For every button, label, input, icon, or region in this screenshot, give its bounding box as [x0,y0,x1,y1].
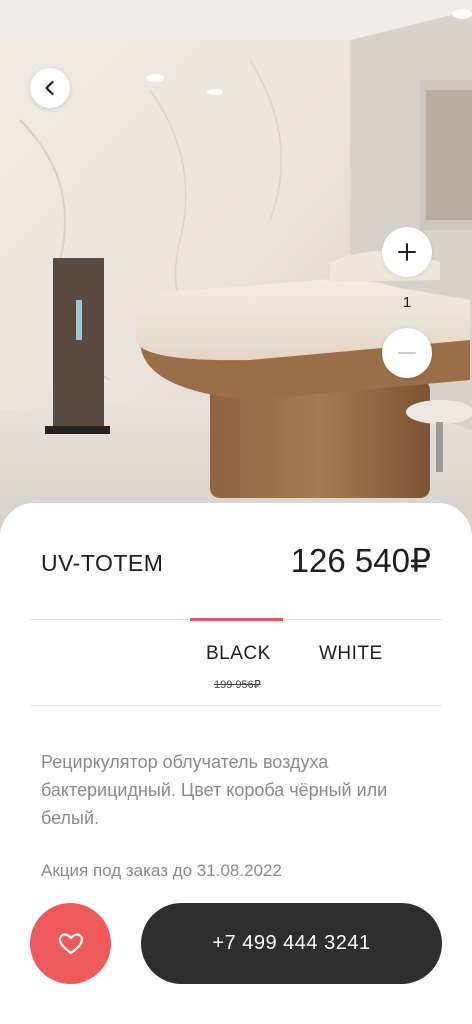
tab-white[interactable]: WHITE [319,643,383,665]
active-tab-indicator [190,618,283,621]
old-price: 199 956₽ [214,679,261,691]
back-button[interactable] [30,68,70,108]
call-button[interactable]: +7 499 444 3241 [141,903,442,984]
decrease-quantity-button[interactable] [382,328,432,378]
product-description: Рециркулятор облучатель воздуха бактериц… [41,752,388,828]
heart-icon [58,932,83,954]
product-price: 126 540₽ [290,542,431,579]
promo-text: Акция под заказ до 31.08.2022 [41,861,282,880]
favorite-button[interactable] [30,903,111,984]
product-sheet: UV-TOTEM 126 540₽ BLACK WHITE 199 956₽ Р… [0,503,472,1024]
plus-icon [398,243,416,261]
tab-black[interactable]: BLACK [206,643,271,665]
quantity-value: 1 [402,294,412,311]
product-name: UV-TOTEM [41,550,164,576]
divider [30,705,442,706]
increase-quantity-button[interactable] [382,227,432,277]
minus-icon [398,352,416,354]
chevron-left-icon [45,80,54,96]
